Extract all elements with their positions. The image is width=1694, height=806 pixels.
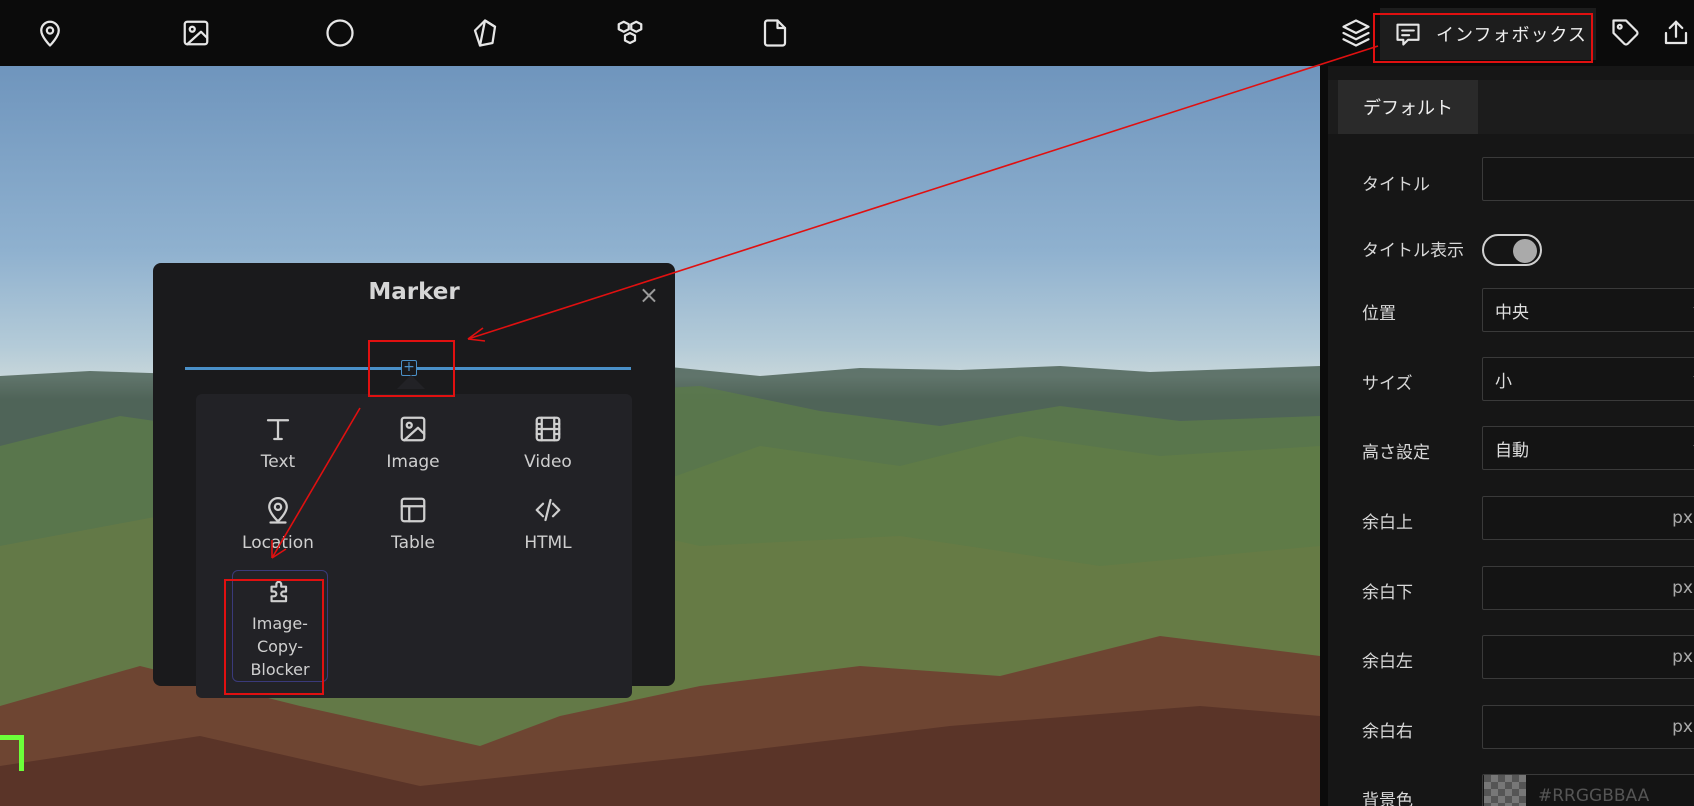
margin-top-label: 余白上 xyxy=(1362,513,1413,533)
menu-item-label: Image xyxy=(386,452,440,472)
position-label: 位置 xyxy=(1362,304,1396,324)
image-icon xyxy=(400,416,426,442)
margin-right-input[interactable]: px xyxy=(1482,705,1694,749)
menu-item-image[interactable]: Image xyxy=(365,414,461,474)
infobox-panel: デフォルト タイトル タイトル表示 位置 中央 サイズ 小 高さ設定 自動 余白… xyxy=(1320,66,1694,806)
unit-label: px xyxy=(1672,578,1693,598)
margin-top-input[interactable]: px xyxy=(1482,496,1694,540)
menu-item-label: Video xyxy=(524,452,572,472)
position-select[interactable]: 中央 xyxy=(1482,288,1694,332)
menu-item-video[interactable]: Video xyxy=(500,414,596,474)
bg-color-placeholder: #RRGGBBAA xyxy=(1538,786,1650,806)
menu-item-label: Text xyxy=(260,452,296,472)
circle-icon[interactable] xyxy=(310,0,370,66)
file-icon[interactable] xyxy=(745,0,805,66)
title-label: タイトル xyxy=(1362,175,1430,195)
menu-item-text[interactable]: Text xyxy=(230,414,326,474)
margin-bottom-label: 余白下 xyxy=(1362,583,1413,603)
close-icon[interactable]: × xyxy=(639,281,659,309)
title-display-toggle[interactable] xyxy=(1482,234,1542,266)
margin-right-label: 余白右 xyxy=(1362,722,1413,742)
table-icon xyxy=(400,497,426,523)
menu-item-label: HTML xyxy=(524,533,572,553)
menu-item-table[interactable]: Table xyxy=(365,495,461,555)
annotation-box-plugin xyxy=(224,579,324,695)
bg-color-input[interactable]: #RRGGBBAA xyxy=(1482,774,1694,806)
polygon-icon[interactable] xyxy=(455,0,515,66)
film-icon xyxy=(535,416,561,442)
unit-label: px xyxy=(1672,647,1693,667)
title-input[interactable] xyxy=(1482,157,1694,201)
menu-item-html[interactable]: HTML xyxy=(500,495,596,555)
bg-color-label: 背景色 xyxy=(1362,791,1413,806)
size-value: 小 xyxy=(1495,371,1512,392)
code-icon xyxy=(535,498,561,522)
height-label: 高さ設定 xyxy=(1362,443,1430,463)
export-icon[interactable] xyxy=(1646,0,1694,66)
menu-item-label: Location xyxy=(242,533,314,553)
annotation-box-infobox xyxy=(1373,13,1593,63)
location-icon xyxy=(268,497,288,524)
annotation-box-add xyxy=(368,340,455,397)
toggle-knob xyxy=(1513,239,1537,263)
size-label: サイズ xyxy=(1362,374,1413,394)
size-select[interactable]: 小 xyxy=(1482,357,1694,401)
color-swatch[interactable] xyxy=(1484,775,1526,806)
image-icon[interactable] xyxy=(166,0,226,66)
margin-left-label: 余白左 xyxy=(1362,652,1413,672)
title-display-label: タイトル表示 xyxy=(1362,241,1464,261)
margin-bottom-input[interactable]: px xyxy=(1482,566,1694,610)
model-icon[interactable] xyxy=(600,0,660,66)
map-marker-selection[interactable] xyxy=(0,735,24,771)
pin-icon[interactable] xyxy=(20,0,80,66)
menu-item-label: Table xyxy=(391,533,435,553)
height-value: 自動 xyxy=(1495,440,1529,461)
position-value: 中央 xyxy=(1495,302,1529,323)
height-select[interactable]: 自動 xyxy=(1482,426,1694,470)
menu-item-location[interactable]: Location xyxy=(230,495,326,555)
unit-label: px xyxy=(1672,717,1693,737)
unit-label: px xyxy=(1672,508,1693,528)
text-icon xyxy=(266,419,290,441)
margin-left-input[interactable]: px xyxy=(1482,635,1694,679)
tab-default[interactable]: デフォルト xyxy=(1338,80,1478,134)
dialog-title: Marker xyxy=(368,279,460,305)
